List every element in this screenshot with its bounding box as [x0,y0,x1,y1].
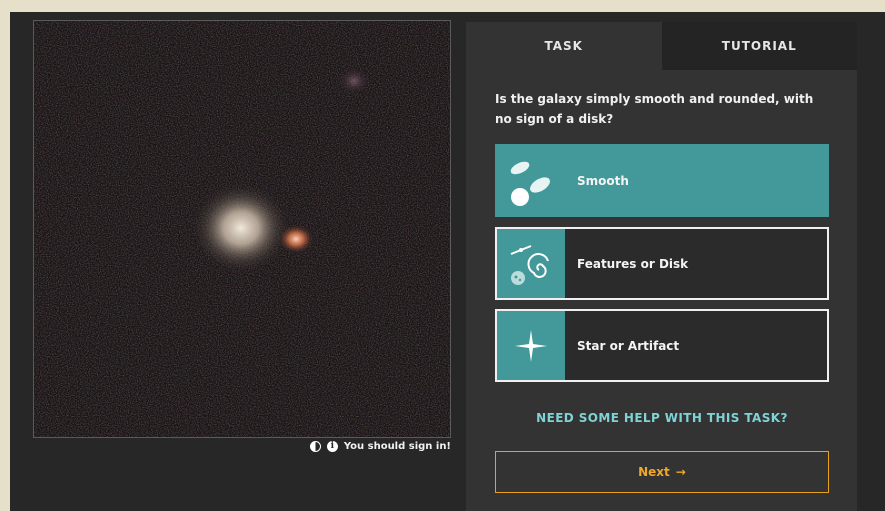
tab-task[interactable]: TASK [466,22,662,70]
answer-smooth-button[interactable]: Smooth [495,144,829,217]
task-help-link[interactable]: NEED SOME HELP WITH THIS TASK? [495,411,829,425]
info-icon[interactable]: i [326,441,338,452]
galaxy-image [34,21,450,437]
subject-image[interactable] [33,20,451,438]
panel-tabs: TASK TUTORIAL [466,22,857,70]
smooth-galaxy-icon [495,144,565,217]
subject-meta-row: i You should sign in! [33,441,451,452]
answer-smooth-label: Smooth [577,173,629,188]
spiral-galaxy-icon [497,229,565,298]
answer-features-button[interactable]: Features or Disk [495,227,829,300]
answer-star-label: Star or Artifact [577,338,680,353]
contrast-icon[interactable] [309,441,321,452]
tab-tutorial[interactable]: TUTORIAL [661,22,857,70]
task-question: Is the galaxy simply smooth and rounded,… [495,92,814,126]
next-button[interactable]: Next → [495,451,829,493]
star-icon [497,311,565,380]
next-label: Next [638,465,670,479]
arrow-right-icon: → [675,465,686,479]
task-panel: TASK TUTORIAL Is the galaxy simply smoot… [466,22,857,511]
answer-star-button[interactable]: Star or Artifact [495,309,829,382]
answer-features-label: Features or Disk [577,256,689,271]
sign-in-text[interactable]: You should sign in! [344,441,451,452]
